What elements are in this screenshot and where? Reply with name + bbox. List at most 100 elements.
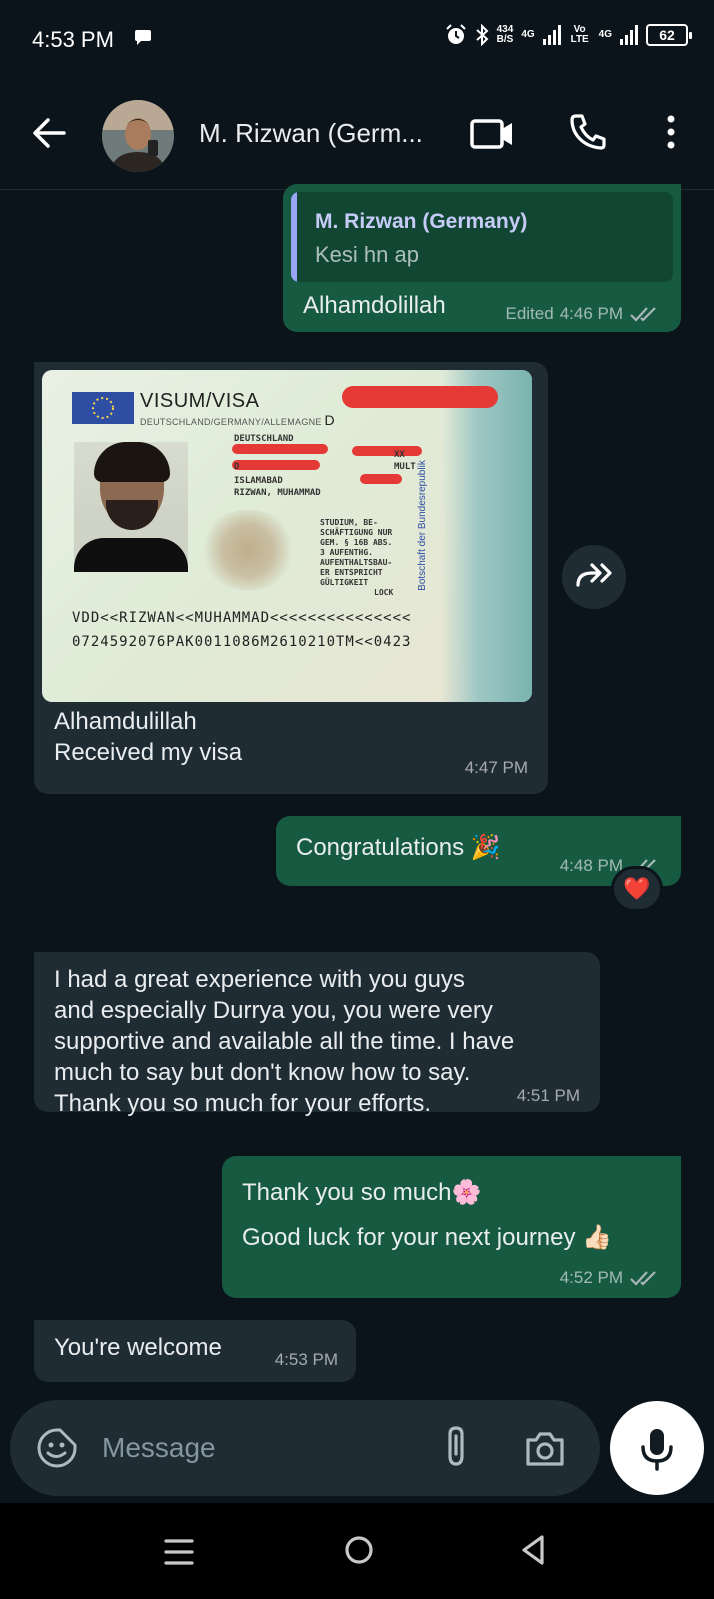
back-triangle-icon[interactable] [518, 1533, 548, 1567]
message-line: Good luck for your next journey 👍🏻 [242, 1224, 613, 1251]
message-text: I had a great experience with you guys a… [54, 964, 514, 1119]
visa-country: DEUTSCHLAND [234, 434, 294, 444]
sticker-icon[interactable] [36, 1427, 78, 1469]
quoted-message[interactable]: M. Rizwan (Germany) Kesi hn ap [291, 192, 673, 282]
message-line: supportive and available all the time. I… [54, 1028, 515, 1055]
avatar-photo [102, 100, 174, 172]
quote-text: Kesi hn ap [315, 242, 419, 267]
message-text: Alhamdolillah [303, 292, 446, 319]
redaction-mark [352, 446, 422, 456]
visa-remark-2: SCHÄFTIGUNG NUR [320, 528, 393, 537]
microphone-icon [641, 1429, 673, 1471]
quote-bar [291, 192, 297, 282]
message-meta: 4:51 PM [517, 1086, 580, 1106]
message-text: Thank you so much🌸 Good luck for your ne… [242, 1170, 612, 1260]
mic-button[interactable] [610, 1401, 704, 1495]
message-input[interactable] [102, 1420, 402, 1476]
chat-area[interactable]: M. Rizwan (Germany) Kesi hn ap Alhamdoli… [0, 184, 714, 1400]
message-composer [10, 1400, 600, 1496]
status-bar: 4:53 PM 434 B/S 4G Vo LTE 4G 62 [0, 0, 714, 80]
message-bubble-incoming-image[interactable]: VISUM/VISA DEUTSCHLAND/GERMANY/ALLEMAGNE… [34, 362, 548, 794]
message-time: 4:53 PM [274, 1350, 338, 1369]
message-bubble-incoming[interactable]: I had a great experience with you guys a… [34, 952, 600, 1117]
visa-remark-1: STUDIUM, BE- [320, 518, 378, 527]
message-time: 4:47 PM [464, 758, 528, 777]
chat-header: M. Rizwan (Germ... [0, 80, 714, 190]
message-meta: 4:53 PM [275, 1350, 338, 1370]
message-text: You're welcome [54, 1334, 222, 1361]
net-speed-unit: B/S [496, 34, 514, 45]
battery-indicator: 62 [646, 24, 692, 46]
video-camera-icon[interactable] [470, 114, 514, 154]
system-nav-bar [0, 1503, 714, 1599]
redaction-mark [342, 386, 498, 408]
photo-shirt [74, 538, 188, 572]
message-time: 4:48 PM [559, 856, 623, 875]
visa-remark-6: ER ENTSPRICHT [320, 568, 383, 577]
message-notification-icon [135, 30, 151, 45]
visa-remark-5: AUFENTHALTSBAU- [320, 558, 393, 567]
message-bubble-outgoing[interactable]: Thank you so much🌸 Good luck for your ne… [222, 1156, 681, 1298]
visa-pattern [442, 370, 532, 702]
status-icons: 434 B/S 4G Vo LTE 4G 62 [445, 24, 692, 46]
message-line: Alhamdulillah [54, 708, 197, 735]
visa-lock: LOCK [374, 588, 394, 597]
more-vertical-icon[interactable] [656, 112, 686, 152]
signal-icon-2 [620, 25, 638, 45]
camera-icon[interactable] [524, 1428, 566, 1468]
message-time: 4:52 PM [559, 1268, 623, 1287]
recent-apps-icon[interactable] [162, 1537, 196, 1567]
message-bubble-outgoing[interactable]: M. Rizwan (Germany) Kesi hn ap Alhamdoli… [283, 184, 681, 332]
message-meta: 4:52 PM [560, 1268, 663, 1288]
eu-stars-icon [92, 397, 114, 419]
visa-xx: XX [394, 450, 405, 460]
message-time: 4:51 PM [516, 1086, 580, 1105]
message-line: I had a great experience with you guys [54, 966, 465, 993]
double-tick-icon [630, 307, 656, 322]
signal-icon [542, 25, 561, 45]
network-type-1: 4G [521, 29, 535, 40]
arrow-left-icon[interactable] [30, 114, 68, 152]
quote-author: M. Rizwan (Germany) [315, 210, 528, 233]
redaction-mark [232, 444, 328, 454]
status-time: 4:53 PM [32, 27, 114, 52]
visa-remark-3: GEM. § 16B ABS. [320, 538, 393, 547]
home-icon[interactable] [342, 1533, 376, 1567]
visa-subtitle: DEUTSCHLAND/GERMANY/ALLEMAGNE D [140, 412, 335, 428]
forward-icon[interactable] [562, 545, 626, 609]
visa-stamp [198, 510, 298, 590]
message-bubble-incoming[interactable]: You're welcome 4:53 PM [34, 1320, 356, 1382]
avatar[interactable] [102, 100, 174, 172]
message-meta: Edited 4:46 PM [505, 304, 663, 324]
alarm-icon [445, 24, 466, 44]
message-text: Congratulations 🎉 [296, 834, 501, 861]
visa-type: D [234, 462, 240, 472]
bluetooth-icon [475, 24, 489, 46]
visa-issuer: Botschaft der Bundesrepublik [417, 460, 429, 591]
visa-letter: D [324, 412, 335, 428]
visa-city: ISLAMABAD [234, 476, 283, 486]
contact-name[interactable]: M. Rizwan (Germ... [199, 118, 423, 149]
redaction-mark [232, 460, 320, 470]
message-time: 4:46 PM [559, 304, 623, 323]
message-line: and especially Durrya you, you were very [54, 997, 493, 1024]
visa-title: VISUM/VISA [140, 390, 260, 412]
visa-remark-7: GÜLTIGKEIT [320, 578, 369, 587]
message-text: Alhamdulillah Received my visa [54, 706, 242, 768]
message-line: Thank you so much🌸 [242, 1179, 482, 1206]
reaction-badge[interactable]: ❤️ [611, 866, 663, 912]
visa-entries: MULT [394, 462, 416, 472]
photo-hair [94, 442, 170, 482]
network-type-2: 4G [598, 29, 612, 40]
message-line: Received my visa [54, 739, 243, 766]
visa-mrz-line-1: VDD<<RIZWAN<<MUHAMMAD<<<<<<<<<<<<<<< [72, 610, 412, 626]
paperclip-icon[interactable] [438, 1424, 474, 1470]
redaction-mark [360, 474, 402, 484]
visa-mrz-line-2: 0724592076PAK0011086M2610210TM<<0423 [72, 634, 412, 650]
visa-image[interactable]: VISUM/VISA DEUTSCHLAND/GERMANY/ALLEMAGNE… [42, 370, 532, 702]
message-meta: 4:47 PM [465, 758, 528, 778]
visa-holder: RIZWAN, MUHAMMAD [234, 488, 321, 498]
edited-label: Edited [505, 304, 554, 323]
phone-icon[interactable] [568, 112, 608, 152]
net-speed: 434 B/S [497, 25, 514, 45]
